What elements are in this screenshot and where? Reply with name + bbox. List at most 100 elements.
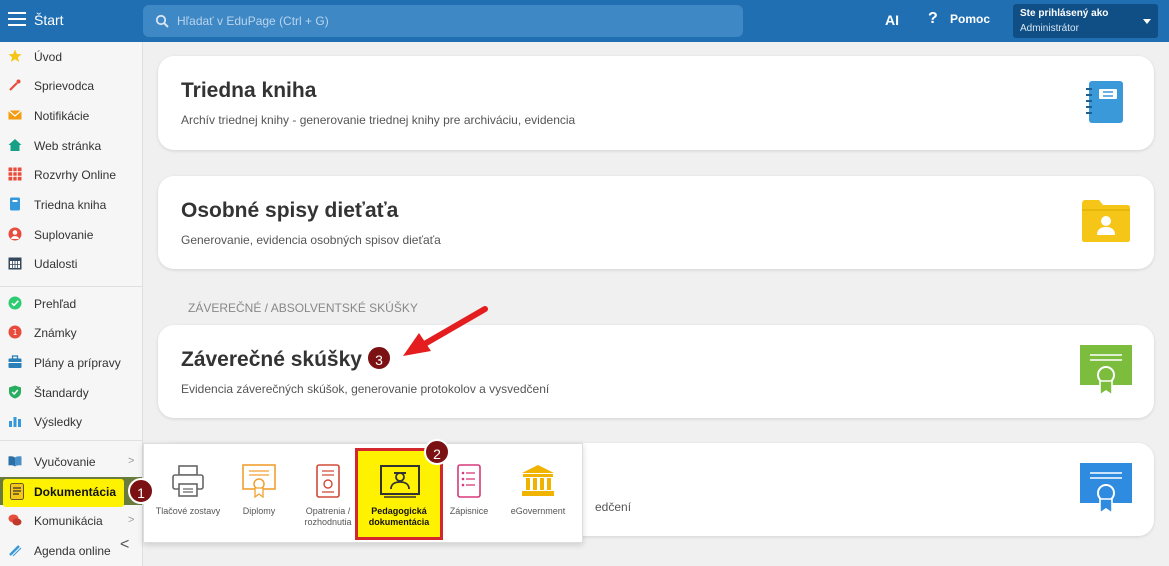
sidebar-item-label: Štandardy xyxy=(34,386,89,400)
calendar-icon xyxy=(8,257,22,270)
sidebar-item-web-stranka[interactable]: Web stránka xyxy=(0,131,142,159)
diploma-icon xyxy=(242,464,276,498)
star-icon xyxy=(8,49,22,62)
card-zaverecne-skusky[interactable]: Záverečné skúšky Evidencia záverečných s… xyxy=(158,325,1154,418)
submenu-item-diplomy[interactable]: Diplomy xyxy=(225,444,293,544)
sidebar-item-triedna-kniha[interactable]: Triedna kniha xyxy=(0,190,142,218)
sidebar-item-label: Agenda online xyxy=(34,544,111,558)
sidebar-item-vyucovanie[interactable]: Vyučovanie > xyxy=(0,447,142,475)
documentation-submenu: Tlačové zostavy Diplomy Opatrenia / rozh… xyxy=(143,443,583,543)
submenu-item-tlacove-zostavy[interactable]: Tlačové zostavy xyxy=(154,444,222,544)
submenu-item-label: Opatrenia / rozhodnutia xyxy=(304,506,352,527)
card-title: Záverečné skúšky xyxy=(181,348,362,371)
sidebar-item-sprievodca[interactable]: Sprievodca xyxy=(0,71,142,99)
submenu-item-opatrenia[interactable]: Opatrenia / rozhodnutia xyxy=(294,444,362,544)
sidebar-item-label: Plány a prípravy xyxy=(34,356,121,370)
section-label: ZÁVEREČNÉ / ABSOLVENTSKÉ SKÚŠKY xyxy=(188,301,418,315)
book-icon xyxy=(10,197,20,211)
sidebar-item-label: Známky xyxy=(34,326,77,340)
submenu-item-label: Tlačové zostavy xyxy=(155,506,221,516)
search-icon xyxy=(155,14,169,28)
sidebar-item-komunikacia[interactable]: Komunikácia > xyxy=(0,506,142,534)
submenu-item-label: Diplomy xyxy=(242,506,276,516)
document-icon xyxy=(10,483,24,500)
sidebar-item-standardy[interactable]: Štandardy xyxy=(0,378,142,406)
annotation-arrow-icon xyxy=(403,306,488,356)
card-title: Triedna kniha xyxy=(181,79,317,102)
chevron-right-icon: > xyxy=(128,514,135,526)
user-role: Administrátor xyxy=(1020,23,1079,34)
sidebar-divider xyxy=(0,440,142,441)
grade-icon: 1 xyxy=(8,325,22,339)
card-osobne-spisy[interactable]: Osobné spisy dieťaťa Generovanie, eviden… xyxy=(158,176,1154,269)
step-badge-1: 1 xyxy=(128,478,154,504)
sidebar-item-label: Výsledky xyxy=(34,415,83,429)
pedagogical-doc-icon xyxy=(380,465,420,498)
step-badge-3: 3 xyxy=(366,345,392,371)
user-menu[interactable]: Ste prihlásený ako Administrátor xyxy=(1013,4,1158,38)
pen-icon xyxy=(9,545,22,557)
sidebar-item-plany-a-pripravy[interactable]: Plány a prípravy xyxy=(0,348,142,376)
sidebar-item-uvod[interactable]: Úvod xyxy=(0,42,142,70)
ai-button[interactable]: AI xyxy=(885,12,899,28)
chevron-right-icon: > xyxy=(128,455,135,467)
sidebar-item-label: Sprievodca xyxy=(34,79,95,93)
user-label: Ste prihlásený ako xyxy=(1020,8,1109,19)
card-desc: Archív triednej knihy - generovanie trie… xyxy=(181,113,576,127)
sidebar-item-label: Triedna kniha xyxy=(34,198,107,212)
magic-wand-icon xyxy=(9,79,21,91)
envelope-icon xyxy=(8,110,22,120)
sidebar-item-label: Dokumentácia xyxy=(34,485,117,499)
card-title: Osobné spisy dieťaťa xyxy=(181,199,399,222)
printer-icon xyxy=(172,465,204,497)
certificate-icon xyxy=(1080,463,1132,515)
notebook-icon xyxy=(1086,81,1123,123)
certificate-icon xyxy=(1080,345,1132,397)
card-desc: Generovanie, evidencia osobných spisov d… xyxy=(181,233,441,247)
bar-chart-icon xyxy=(9,417,21,427)
sidebar-item-udalosti[interactable]: Udalosti xyxy=(0,249,142,277)
sidebar-item-notifikacie[interactable]: Notifikácie xyxy=(0,101,142,129)
briefcase-icon xyxy=(8,355,22,368)
decision-icon xyxy=(316,464,340,498)
sidebar-item-label: Vyučovanie xyxy=(34,455,96,469)
sidebar-item-label: Rozvrhy Online xyxy=(34,168,117,182)
search-input[interactable]: Hľadať v EduPage (Ctrl + G) xyxy=(143,5,743,37)
card-desc: Evidencia záverečných skúšok, generovani… xyxy=(181,382,550,396)
folder-person-icon xyxy=(1082,200,1130,242)
menu-icon[interactable] xyxy=(8,12,26,26)
check-circle-icon xyxy=(8,296,22,310)
card-desc: edčení xyxy=(595,500,632,514)
sidebar-item-rozvrhy-online[interactable]: Rozvrhy Online xyxy=(0,160,142,188)
sidebar-item-vysledky[interactable]: Výsledky xyxy=(0,407,142,435)
search-placeholder: Hľadať v EduPage (Ctrl + G) xyxy=(177,14,329,28)
card-triedna-kniha[interactable]: Triedna kniha Archív triednej knihy - ge… xyxy=(158,56,1154,150)
person-icon xyxy=(8,227,22,241)
chevron-down-icon xyxy=(1143,19,1151,24)
sidebar-item-label: Komunikácia xyxy=(34,514,103,528)
bank-icon xyxy=(522,465,554,496)
grid-icon xyxy=(8,167,22,181)
submenu-item-egovernment[interactable]: eGovernment xyxy=(504,444,572,544)
sidebar-item-znamky[interactable]: 1 Známky xyxy=(0,318,142,346)
sidebar-item-prehlad[interactable]: Prehľad xyxy=(0,289,142,317)
sidebar-item-label: Udalosti xyxy=(34,257,78,271)
shield-icon xyxy=(9,385,21,399)
collapse-sidebar-icon[interactable]: < xyxy=(120,536,129,554)
step-badge-2: 2 xyxy=(424,439,450,465)
list-icon xyxy=(457,464,481,498)
open-book-icon xyxy=(8,456,22,467)
sidebar-item-label: Notifikácie xyxy=(34,109,90,123)
sidebar-item-dokumentacia[interactable]: Dokumentácia xyxy=(0,477,142,507)
question-icon[interactable]: ? xyxy=(928,10,938,28)
help-button[interactable]: Pomoc xyxy=(950,12,990,26)
chat-icon xyxy=(8,514,22,526)
sidebar-item-label: Prehľad xyxy=(34,297,77,311)
start-link[interactable]: Štart xyxy=(34,12,64,28)
submenu-item-label: eGovernment xyxy=(510,506,566,516)
sidebar-divider xyxy=(0,286,142,287)
submenu-item-label: Zápisnice xyxy=(449,506,489,516)
submenu-item-label: Pedagogická dokumentácia xyxy=(368,506,430,527)
svg-text:1: 1 xyxy=(12,328,17,337)
sidebar-item-suplovanie[interactable]: Suplovanie xyxy=(0,220,142,248)
